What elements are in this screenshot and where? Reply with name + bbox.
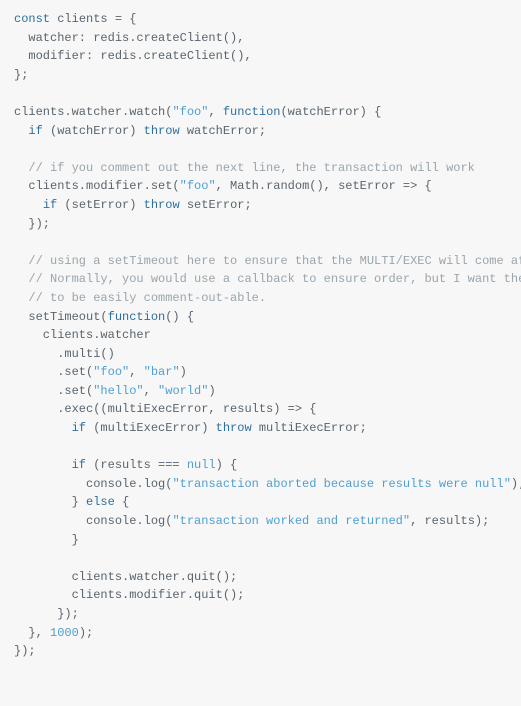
code-text: ,: [144, 384, 158, 398]
comment: // to be easily comment-out-able.: [14, 291, 266, 305]
code-text: ) {: [216, 458, 238, 472]
code-text: , results);: [410, 514, 489, 528]
code-text: clients.watcher.watch(: [14, 105, 172, 119]
code-text: setTimeout(: [14, 310, 108, 324]
code-text: watchError;: [180, 124, 266, 138]
code-block: const clients = { watcher: redis.createC…: [14, 10, 507, 661]
code-text: }: [14, 495, 86, 509]
code-text: );: [79, 626, 93, 640]
string: "transaction aborted because results wer…: [172, 477, 510, 491]
code-text: ,: [208, 105, 222, 119]
string: "world": [158, 384, 208, 398]
code-text: (watchError): [43, 124, 144, 138]
keyword: if: [28, 124, 42, 138]
code-text: }: [14, 533, 79, 547]
string: "bar": [144, 365, 180, 379]
code-text: clients = {: [50, 12, 136, 26]
comment: // if you comment out the next line, the…: [14, 161, 475, 175]
code-text: clients.modifier.quit();: [14, 588, 244, 602]
comment: // Normally, you would use a callback to…: [14, 272, 521, 286]
code-text: , Math.random(), setError => {: [216, 179, 432, 193]
code-text: );: [511, 477, 521, 491]
comment: // using a setTimeout here to ensure tha…: [14, 254, 521, 268]
code-text: };: [14, 68, 28, 82]
keyword: function: [223, 105, 281, 119]
keyword: throw: [216, 421, 252, 435]
keyword: if: [43, 198, 57, 212]
code-text: .set(: [14, 384, 93, 398]
keyword: if: [72, 458, 86, 472]
code-text: ): [180, 365, 187, 379]
code-text: [14, 124, 28, 138]
code-text: });: [14, 607, 79, 621]
code-text: ): [208, 384, 215, 398]
code-text: watcher: redis.createClient(),: [14, 31, 244, 45]
code-text: });: [14, 217, 50, 231]
code-text: setError;: [180, 198, 252, 212]
number: 1000: [50, 626, 79, 640]
code-text: .exec((multiExecError, results) => {: [14, 402, 316, 416]
string: "hello": [93, 384, 143, 398]
code-text: [14, 198, 43, 212]
keyword: function: [108, 310, 166, 324]
code-text: },: [14, 626, 50, 640]
keyword: if: [72, 421, 86, 435]
code-text: (results ===: [86, 458, 187, 472]
code-text: clients.watcher.quit();: [14, 570, 237, 584]
code-text: console.log(: [14, 514, 172, 528]
code-text: (multiExecError): [86, 421, 216, 435]
literal: null: [187, 458, 216, 472]
code-text: (watchError) {: [280, 105, 381, 119]
string: "transaction worked and returned": [172, 514, 410, 528]
code-text: });: [14, 644, 36, 658]
code-text: clients.modifier.set(: [14, 179, 180, 193]
keyword: throw: [144, 124, 180, 138]
code-text: (setError): [57, 198, 143, 212]
string: "foo": [172, 105, 208, 119]
code-text: modifier: redis.createClient(),: [14, 49, 252, 63]
code-text: console.log(: [14, 477, 172, 491]
code-content: const clients = { watcher: redis.createC…: [14, 12, 521, 658]
code-text: [14, 458, 72, 472]
code-text: clients.watcher: [14, 328, 151, 342]
code-text: .set(: [14, 365, 93, 379]
code-text: {: [115, 495, 129, 509]
code-text: .multi(): [14, 347, 115, 361]
keyword: else: [86, 495, 115, 509]
code-text: () {: [165, 310, 194, 324]
string: "foo": [93, 365, 129, 379]
keyword: const: [14, 12, 50, 26]
keyword: throw: [144, 198, 180, 212]
code-text: multiExecError;: [252, 421, 367, 435]
code-text: ,: [129, 365, 143, 379]
code-text: [14, 421, 72, 435]
string: "foo": [180, 179, 216, 193]
